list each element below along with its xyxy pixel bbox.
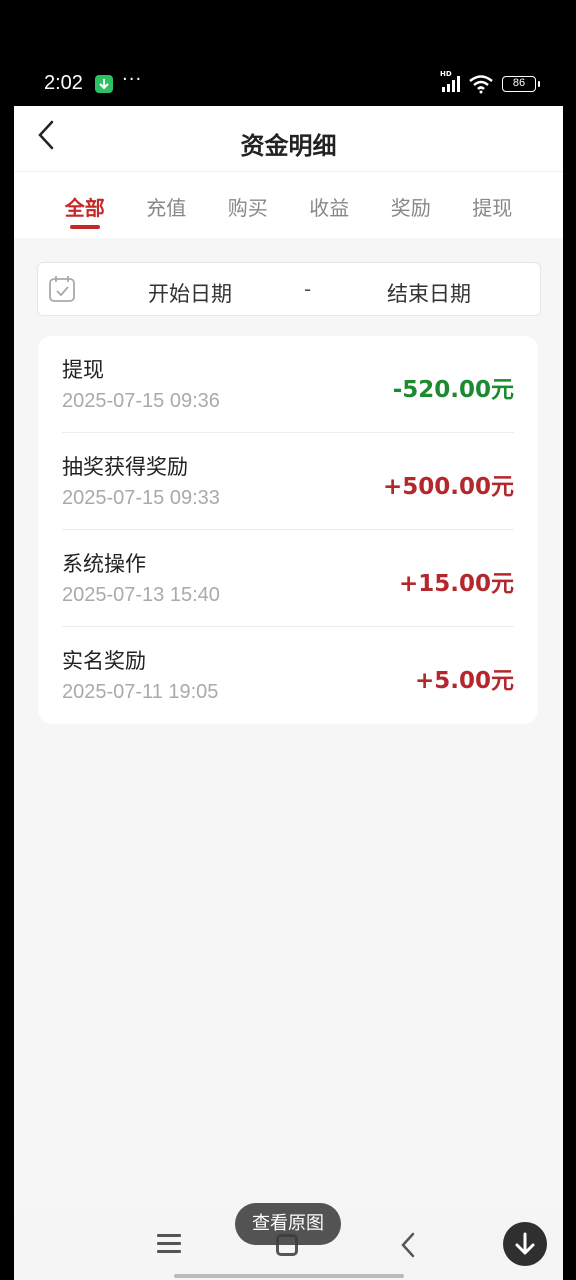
transaction-title: 系统操作: [62, 552, 146, 576]
transaction-title: 提现: [62, 358, 104, 382]
transaction-list: 提现 2025-07-15 09:36 -520.00元 抽奖获得奖励 2025…: [38, 336, 538, 724]
more-notifications-icon: ···: [122, 69, 143, 90]
tab-recharge[interactable]: 充值: [126, 172, 208, 238]
transaction-time: 2025-07-15 09:36: [62, 390, 220, 412]
header: 资金明细: [14, 106, 563, 172]
page-title: 资金明细: [240, 132, 337, 160]
transaction-amount: -520.00元: [392, 377, 514, 403]
view-original-button[interactable]: 查看原图: [235, 1203, 341, 1245]
hd-label: HD: [440, 70, 452, 78]
transaction-amount: +15.00元: [398, 571, 514, 597]
transaction-title: 实名奖励: [62, 649, 146, 673]
transaction-title: 抽奖获得奖励: [62, 455, 188, 479]
download-arrow-icon: [515, 1232, 535, 1255]
transaction-time: 2025-07-15 09:33: [62, 487, 220, 509]
wifi-icon: [469, 75, 493, 94]
list-item[interactable]: 抽奖获得奖励 2025-07-15 09:33 +500.00元: [62, 433, 514, 530]
tab-all[interactable]: 全部: [44, 172, 126, 238]
tab-purchase[interactable]: 购买: [207, 172, 289, 238]
list-item[interactable]: 实名奖励 2025-07-11 19:05 +5.00元: [62, 627, 514, 724]
status-indicators: HD 86: [440, 70, 540, 94]
list-item[interactable]: 提现 2025-07-15 09:36 -520.00元: [62, 336, 514, 433]
battery-icon: 86: [502, 76, 540, 92]
date-range-filter[interactable]: 开始日期 - 结束日期: [37, 262, 541, 316]
signal-icon: HD: [440, 70, 460, 92]
start-date-field[interactable]: 开始日期: [148, 278, 232, 308]
transaction-time: 2025-07-13 15:40: [62, 584, 220, 606]
transaction-amount: +500.00元: [382, 474, 514, 500]
gesture-handle[interactable]: [174, 1274, 404, 1278]
menu-icon[interactable]: [157, 1234, 181, 1254]
status-bar: 2:02 ··· HD 86: [0, 60, 576, 106]
tab-withdraw[interactable]: 提现: [452, 172, 534, 238]
end-date-field[interactable]: 结束日期: [387, 278, 471, 308]
transaction-time: 2025-07-11 19:05: [62, 681, 219, 703]
download-notification-icon: [95, 75, 113, 93]
tab-earnings[interactable]: 收益: [289, 172, 371, 238]
tab-rewards[interactable]: 奖励: [370, 172, 452, 238]
transaction-amount: +5.00元: [414, 668, 514, 694]
status-time: 2:02: [44, 72, 83, 94]
nav-back-icon[interactable]: [396, 1230, 420, 1260]
app-screen: 资金明细 全部 充值 购买 收益 奖励 提现 开始日期 - 结束日期 提现 20…: [14, 106, 563, 1280]
download-button[interactable]: [503, 1222, 547, 1266]
tab-bar: 全部 充值 购买 收益 奖励 提现: [14, 172, 563, 238]
calendar-icon: [49, 276, 75, 302]
list-item[interactable]: 系统操作 2025-07-13 15:40 +15.00元: [62, 530, 514, 627]
date-separator: -: [304, 277, 312, 301]
